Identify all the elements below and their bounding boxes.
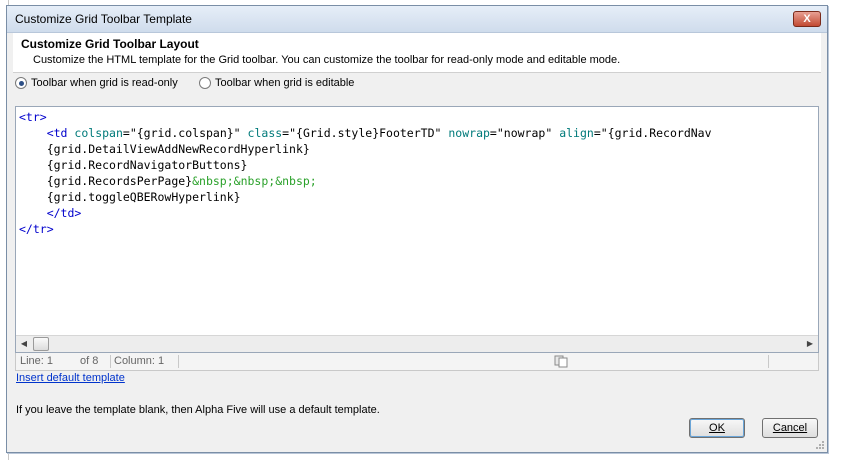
title-bar: Customize Grid Toolbar Template X	[7, 6, 827, 33]
scroll-right-icon[interactable]: ▶	[802, 336, 818, 352]
resize-grip-icon[interactable]	[815, 440, 825, 450]
header-description: Customize the HTML template for the Grid…	[33, 54, 621, 66]
code-line: {grid.RecordsPerPage}&nbsp;&nbsp;&nbsp;	[19, 174, 317, 188]
ok-button-label: OK	[709, 422, 725, 434]
code-line: <td colspan="{grid.colspan}" class="{Gri…	[46, 126, 712, 140]
header-title: Customize Grid Toolbar Layout	[21, 37, 199, 51]
code-line: </tr>	[19, 222, 54, 236]
cancel-button-label: Cancel	[772, 422, 808, 434]
insert-default-template-link[interactable]: Insert default template	[16, 372, 125, 384]
code-line: </td>	[46, 206, 82, 220]
code-line: {grid.DetailViewAddNewRecordHyperlink}	[19, 142, 310, 156]
customize-toolbar-dialog: Customize Grid Toolbar Template X Custom…	[6, 5, 828, 453]
status-line-count: of 8	[80, 355, 99, 367]
code-line: {grid.toggleQBERowHyperlink}	[19, 190, 241, 204]
editor-status-bar: Line: 1 of 8 Column: 1	[15, 353, 819, 371]
header-panel: Customize Grid Toolbar Layout Customize …	[13, 33, 821, 73]
radio-selected-icon	[15, 77, 27, 89]
horizontal-scrollbar[interactable]: ◀ ▶	[16, 335, 818, 352]
status-line: Line: 1	[20, 355, 54, 367]
ok-button[interactable]: OK	[689, 418, 745, 438]
radio-editable-label: Toolbar when grid is editable	[215, 77, 355, 89]
window-title: Customize Grid Toolbar Template	[15, 12, 192, 26]
copy-icon	[554, 355, 568, 368]
scroll-thumb[interactable]	[33, 337, 49, 351]
close-button[interactable]: X	[793, 11, 821, 27]
radio-read-only[interactable]: Toolbar when grid is read-only	[15, 77, 178, 89]
code-line: <tr>	[19, 110, 47, 124]
radio-editable[interactable]: Toolbar when grid is editable	[199, 77, 354, 89]
radio-read-only-label: Toolbar when grid is read-only	[31, 77, 178, 89]
blank-template-note: If you leave the template blank, then Al…	[16, 404, 380, 416]
template-code-editor[interactable]: <tr> <td colspan="{grid.colspan}" class=…	[15, 106, 819, 353]
code-content: <tr> <td colspan="{grid.colspan}" class=…	[19, 109, 712, 237]
close-icon: X	[803, 13, 811, 25]
status-column: Column: 1	[114, 355, 165, 367]
scroll-left-icon[interactable]: ◀	[16, 336, 32, 352]
radio-unselected-icon	[199, 77, 211, 89]
code-line: {grid.RecordNavigatorButtons}	[19, 158, 248, 172]
cancel-button[interactable]: Cancel	[762, 418, 818, 438]
